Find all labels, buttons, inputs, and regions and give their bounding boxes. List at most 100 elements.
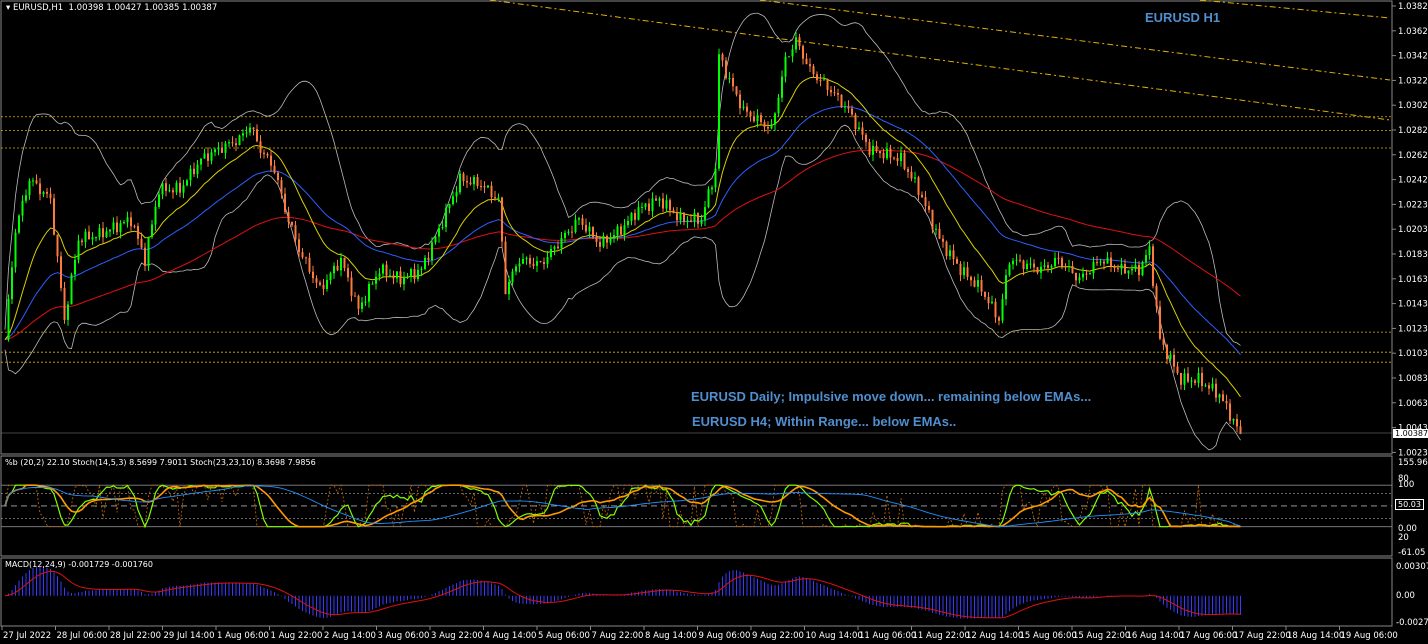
candle-body [578,218,580,220]
candle-body [984,291,986,297]
candle-body [46,191,48,194]
candle-body [287,211,290,222]
candle-body [462,173,465,182]
candle-body [952,250,955,260]
candle-body [245,132,248,134]
candle-body [35,180,38,184]
time-label: 3 Aug 06:00 [378,631,430,641]
candle-body [1201,372,1203,386]
candle-body [438,227,440,237]
candle-body [7,299,10,340]
candle-body [725,60,727,79]
time-label: 15 Aug 22:00 [1073,631,1130,641]
candle-body [1089,273,1091,275]
candle-body [543,261,545,264]
candle-body [966,267,969,277]
candle-body [942,238,944,242]
candle-body [1092,262,1095,274]
price-axis: 1.03820 1.03625 1.03425 1.03225 1.03025 1.028… [1392,2,1428,458]
candle-body [203,153,206,159]
candle-body [809,64,811,67]
candle-body [693,213,696,222]
candle-body [592,226,594,238]
candle-body [431,242,433,261]
price-label: 1.01430 [1398,300,1428,310]
candle-body [354,295,356,297]
candle-body [770,124,773,129]
candle-body [231,142,234,144]
chart-canvas[interactable]: 1.03820 1.03625 1.03425 1.03225 1.03025 1.028… [0,0,1428,644]
time-label: 15 Aug 06:00 [1020,631,1077,641]
trendline [759,0,1391,81]
candle-body [686,220,689,223]
candle-body [336,265,339,271]
candle-body [406,276,409,278]
ema-40-line [4,106,1241,356]
time-label: 1 Aug 22:00 [271,631,323,641]
annotation-title: EURUSD H1 [1145,10,1221,25]
candle-body [1152,246,1154,286]
candle-body [567,231,570,233]
candle-body [886,148,888,159]
candle-body [91,237,94,240]
candle-body [865,134,867,142]
candle-body [553,246,556,249]
candle-body [130,217,132,227]
candle-body [84,231,87,243]
candle-body [1005,275,1007,300]
candle-body [1187,373,1189,382]
candle-body [476,176,479,186]
candle-body [494,197,496,199]
candle-body [655,198,657,201]
candle-body [32,180,34,182]
candle-body [1078,277,1081,281]
time-label: 10 Aug 14:00 [806,631,863,641]
candle-body [802,46,804,59]
trendlines [489,0,1391,121]
candle-body [861,127,864,135]
stoch-axis-label: -61.05 [1398,548,1425,558]
candle-body [1120,264,1123,269]
candle-body [1036,267,1039,273]
candle-body [326,279,328,289]
candle-body [480,185,482,187]
bollinger-bands [4,12,1241,451]
candle-body [536,261,538,266]
candle-body [154,206,157,225]
candle-body [630,213,633,221]
candle-body [595,237,598,242]
candle-body [228,142,230,144]
candle-body [840,94,843,108]
candle-body [791,49,794,57]
candle-body [473,176,475,185]
candle-body [217,147,220,150]
candle-body [1061,258,1063,267]
candle-body [1050,266,1053,268]
candle-body [417,269,419,279]
candle-body [1218,394,1221,398]
candle-body [224,143,227,153]
candle-body [483,186,486,188]
candle-body [518,263,521,267]
candle-body [1215,383,1217,398]
candle-body [1180,372,1182,385]
candle-body [550,248,552,258]
candle-body [284,193,286,212]
candle-body [679,212,682,221]
trendline [489,0,1391,121]
candle-body [609,238,612,243]
candle-body [161,183,164,195]
macd-axis: 0.003075 0.00 -0.002708 [1396,562,1428,628]
candle-body [564,232,566,239]
candle-body [634,213,636,220]
candle-body [1047,265,1049,268]
candle-body [389,275,391,277]
macd-axis-label: 0.00 [1396,591,1415,601]
price-label: 1.01630 [1398,275,1428,285]
stoch-label: %b (20,2) 22.10 Stoch(14,5,3) 8.5699 7.9… [5,458,316,467]
price-label: 1.02425 [1398,176,1428,186]
candle-body [648,203,650,212]
candle-body [588,226,591,232]
time-label: 3 Aug 22:00 [431,631,483,641]
candle-body [1099,261,1102,263]
